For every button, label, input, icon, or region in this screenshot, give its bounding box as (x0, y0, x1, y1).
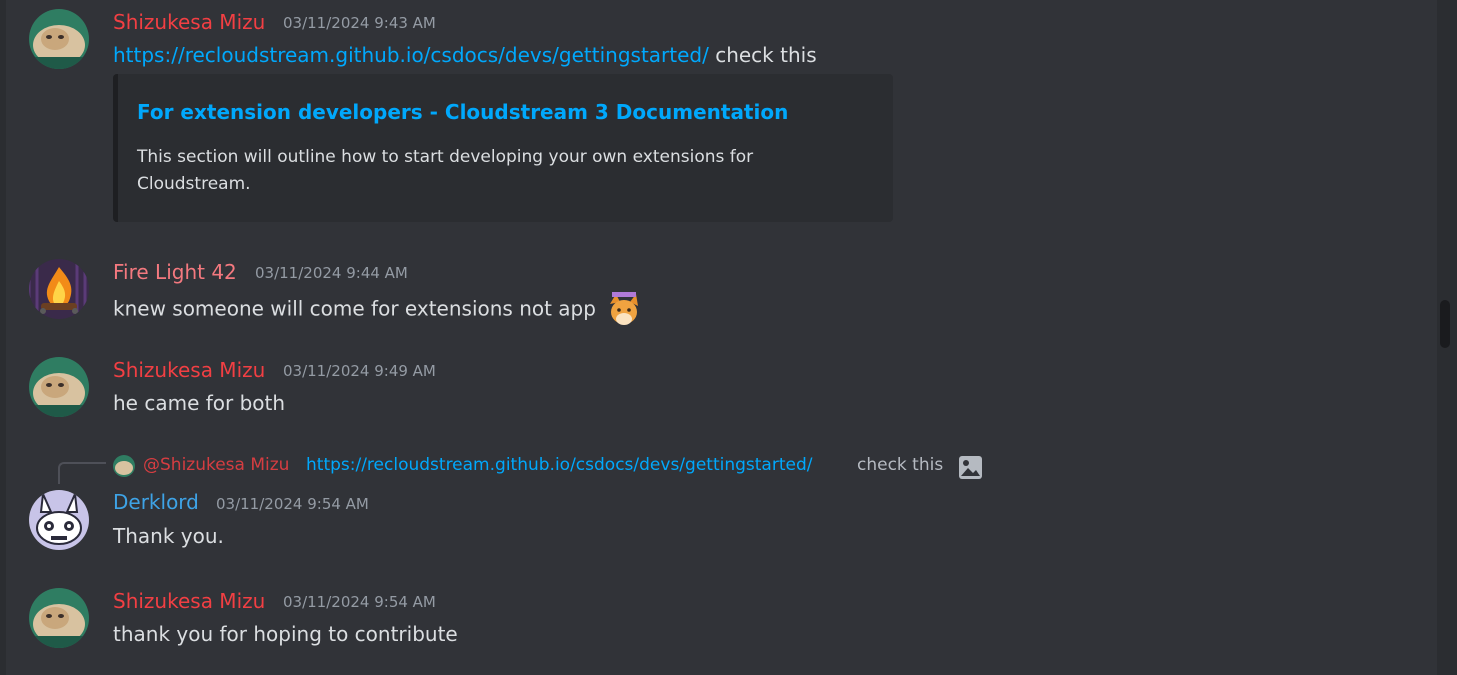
message-text: thank you for hoping to contribute (113, 622, 458, 646)
message-timestamp: 03/11/2024 9:49 AM (283, 362, 436, 380)
embed-title[interactable]: For extension developers - Cloudstream 3… (137, 100, 788, 124)
bunny-avatar[interactable] (29, 490, 89, 550)
message-3: Shizukesa Mizu 03/11/2024 9:49 AM he cam… (0, 348, 1437, 428)
message-timestamp: 03/11/2024 9:43 AM (283, 14, 436, 32)
cat-avatar[interactable] (29, 588, 89, 648)
message-5: Shizukesa Mizu 03/11/2024 9:54 AM thank … (0, 579, 1437, 669)
reply-link[interactable]: https://recloudstream.github.io/csdocs/d… (306, 455, 812, 475)
message-4: Derklord 03/11/2024 9:54 AM Thank you. (0, 480, 1437, 560)
fox-emoji-icon[interactable] (606, 292, 642, 328)
cat-avatar[interactable] (29, 9, 89, 69)
message-1: Shizukesa Mizu 03/11/2024 9:43 AM https:… (0, 0, 1437, 230)
message-text: knew someone will come for extensions no… (113, 296, 596, 321)
message-content: https://recloudstream.github.io/csdocs/d… (113, 42, 817, 68)
message-text: he came for both (113, 391, 286, 415)
message-timestamp: 03/11/2024 9:44 AM (255, 264, 408, 282)
scrollbar-thumb[interactable] (1440, 300, 1450, 348)
message-text: check this (708, 43, 817, 67)
message-content: knew someone will come for extensions no… (113, 292, 642, 328)
author-name[interactable]: Derklord (113, 490, 199, 514)
message-content: thank you for hoping to contribute (113, 621, 458, 647)
reply-avatar (113, 455, 135, 477)
message-content: he came for both (113, 390, 285, 416)
message-link[interactable]: https://recloudstream.github.io/csdocs/d… (113, 43, 709, 67)
message-timestamp: 03/11/2024 9:54 AM (283, 593, 436, 611)
author-name[interactable]: Shizukesa Mizu (113, 358, 265, 382)
reply-text: check this (857, 455, 944, 475)
campfire-avatar[interactable] (29, 259, 89, 319)
author-name[interactable]: Shizukesa Mizu (113, 589, 265, 613)
embed-description: This section will outline how to start d… (137, 147, 754, 194)
message-2: Fire Light 42 03/11/2024 9:44 AM knew so… (0, 250, 1437, 330)
reply-mention[interactable]: @Shizukesa Mizu (143, 455, 289, 475)
link-embed: For extension developers - Cloudstream 3… (113, 74, 893, 222)
author-name[interactable]: Fire Light 42 (113, 260, 237, 284)
image-icon (958, 455, 983, 480)
message-content: Thank you. (113, 523, 224, 549)
author-name[interactable]: Shizukesa Mizu (113, 10, 265, 34)
message-text: Thank you. (113, 524, 224, 548)
message-timestamp: 03/11/2024 9:54 AM (216, 495, 369, 513)
cat-avatar[interactable] (29, 357, 89, 417)
